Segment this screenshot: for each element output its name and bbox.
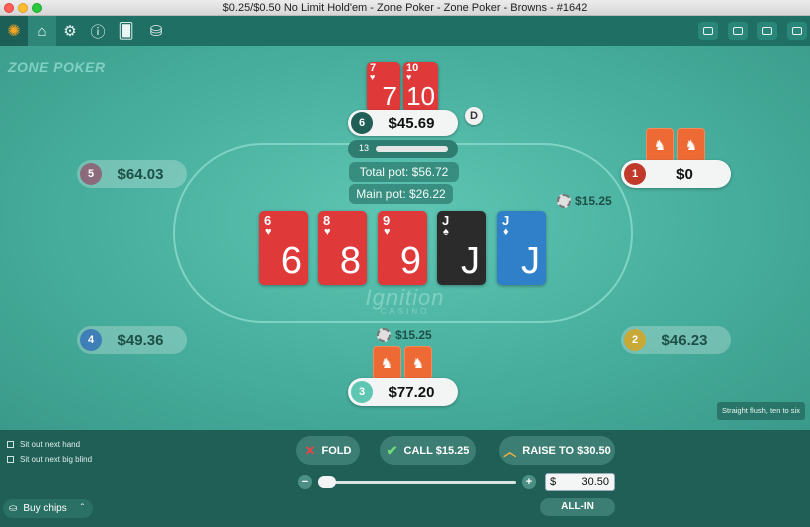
hero-card-2: 10 ♥ 10 [403,62,438,112]
toolbar: ✺ ⌂ ⚙ ⓘ 🂠 ⛁ [0,16,810,46]
board-card-3: 9 ♥ 9 [378,211,427,285]
chip-icon[interactable]: ⛁ [142,16,170,46]
hand-strength-hint: Straight flush, ten to six [717,402,805,420]
window-icon[interactable] [757,22,777,40]
seat-1-card-back: ♞ [677,128,705,162]
check-icon: ✔ [386,442,398,458]
chevron-up-icon: ︿ [503,444,517,459]
hero-card-1: 7 ♥ 7 [367,62,400,112]
seat-stack: $77.20 [388,383,435,401]
sit-out-big-blind-checkbox[interactable]: Sit out next big blind [7,455,92,464]
decrease-raise-button[interactable]: − [298,475,312,489]
timer-bar [376,146,448,152]
seat-1-card-back: ♞ [646,128,674,162]
main-pot: Main pot: $26.22 [349,184,453,204]
chevron-up-icon: ˆ [80,503,85,514]
seat-stack: $46.23 [661,331,708,349]
seat-stack: $64.03 [117,165,164,183]
seat-number: 4 [80,329,102,351]
seat-2[interactable]: 2 $46.23 [621,326,731,354]
board-card-2: 8 ♥ 8 [318,211,367,285]
ignition-logo-icon[interactable]: ✺ [0,16,28,46]
all-in-button[interactable]: ALL-IN [540,498,615,516]
window-titlebar: $0.25/$0.50 No Limit Hold'em - Zone Poke… [0,0,810,16]
seat-6[interactable]: 6 $45.69 [348,110,458,136]
info-icon[interactable]: ⓘ [84,16,112,46]
raise-slider[interactable] [322,481,516,484]
seat-number: 6 [351,112,373,134]
fold-button[interactable]: ✕ FOLD [296,436,360,465]
sit-out-next-hand-checkbox[interactable]: Sit out next hand [7,440,80,449]
seat-stack: $45.69 [388,114,435,132]
chip-icon [557,194,571,208]
call-button[interactable]: ✔ CALL $15.25 [380,436,476,465]
seat-stack: $49.36 [117,331,164,349]
seat-number: 1 [624,163,646,185]
seat-number: 5 [80,163,102,185]
seat-3-bet: $15.25 [377,328,432,342]
zone-poker-logo: ZONE POKER [8,59,106,75]
seat-number: 2 [624,329,646,351]
raise-slider-thumb[interactable] [318,476,336,488]
raise-button[interactable]: ︿ RAISE TO $30.50 [499,436,615,465]
seat-3[interactable]: 3 $77.20 [348,378,458,406]
cards-icon[interactable]: 🂠 [112,16,140,46]
action-timer: 13 [348,140,458,158]
settings-icon[interactable]: ⚙ [56,16,84,46]
seat-4[interactable]: 4 $49.36 [77,326,187,354]
seat-3-card-back: ♞ [404,346,432,380]
total-pot: Total pot: $56.72 [349,162,459,182]
sidebar-icon[interactable] [787,22,807,40]
board-card-1: 6 ♥ 6 [259,211,308,285]
dealer-button: D [465,107,483,125]
seat-1[interactable]: 1 $0 [621,160,731,188]
raise-amount-input[interactable]: $30.50 [545,473,615,491]
chip-icon [377,328,391,342]
seat-1-bet: $15.25 [557,194,612,208]
increase-raise-button[interactable]: + [522,475,536,489]
buy-chips-button[interactable]: ⛀ Buy chips ˆ [3,499,93,518]
tile-icon[interactable] [728,22,748,40]
home-icon[interactable]: ⌂ [28,16,56,46]
seat-stack: $0 [676,165,693,183]
board-card-4: J ♠ J [437,211,486,285]
seat-5[interactable]: 5 $64.03 [77,160,187,188]
board-card-5: J ♦ J [497,211,546,285]
window-title: $0.25/$0.50 No Limit Hold'em - Zone Poke… [222,2,588,14]
seat-3-card-back: ♞ [373,346,401,380]
seat-number: 3 [351,381,373,403]
x-icon: ✕ [304,442,316,458]
ignition-watermark: Ignition CASINO [365,285,445,316]
grid-icon[interactable] [698,22,718,40]
chip-icon: ⛀ [9,503,18,514]
